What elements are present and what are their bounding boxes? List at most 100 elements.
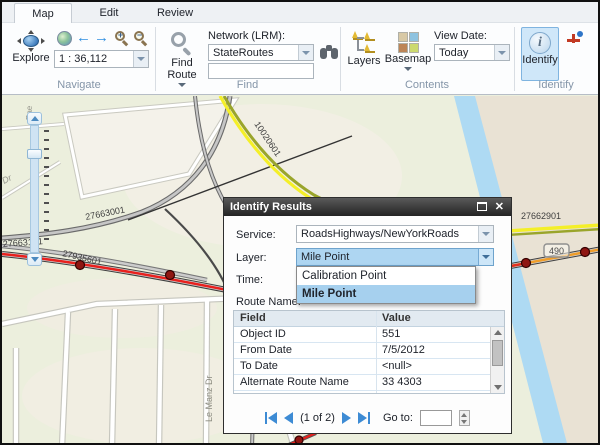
first-page-button[interactable] [265, 412, 277, 424]
layer-option-mile-point[interactable]: Mile Point [297, 285, 475, 303]
service-label: Service: [236, 229, 276, 241]
table-row[interactable]: From Date 7/5/2012 [234, 343, 490, 359]
pagination-bar: (1 of 2) Go to: [224, 407, 511, 429]
next-page-button[interactable] [342, 412, 351, 424]
explore-button[interactable]: Explore [10, 28, 52, 80]
dialog-title: Identify Results [230, 201, 312, 213]
find-route-label: Find Route [159, 57, 205, 81]
layer-combobox[interactable]: Mile Point [296, 248, 494, 266]
field-cell: From Date [240, 344, 292, 356]
table-header-row: Field Value [234, 311, 504, 327]
identify-button[interactable]: i Identify [521, 27, 559, 81]
find-group-label: Find [155, 79, 340, 91]
mile-point-marker[interactable] [522, 259, 531, 268]
table-scrollbar[interactable] [490, 327, 504, 393]
scroll-down-arrow[interactable] [494, 385, 502, 390]
layer-dropdown-list: Calibration Point Mile Point [296, 266, 476, 304]
value-cell: 551 [382, 328, 400, 340]
scale-dropdown-arrow[interactable] [133, 51, 148, 67]
tab-strip: Map Edit Review [2, 2, 598, 23]
app-window: Map Edit Review Explore ← → + − 1 : 36,1… [0, 0, 600, 445]
ribbon: Map Edit Review Explore ← → + − 1 : 36,1… [2, 2, 598, 95]
network-lrm-label: Network (LRM): [208, 30, 285, 42]
layers-icon [352, 31, 376, 55]
goto-page-input[interactable] [420, 410, 452, 426]
close-icon[interactable]: ✕ [495, 202, 504, 212]
attributes-table: Field Value Object ID 551 From Date 7/5/… [233, 310, 505, 394]
tab-edit[interactable]: Edit [80, 3, 138, 23]
explore-label: Explore [12, 52, 49, 64]
last-page-button[interactable] [358, 412, 370, 424]
scroll-thumb[interactable] [492, 340, 503, 366]
field-cell: Object ID [240, 328, 286, 340]
maximize-icon[interactable] [477, 202, 487, 211]
service-dropdown-arrow[interactable] [478, 226, 493, 242]
view-date-label: View Date: [434, 30, 487, 42]
layers-label: Layers [347, 55, 380, 67]
layer-label: Layer: [236, 252, 267, 264]
value-cell: 33 4303 [382, 376, 422, 388]
route-shield-490: 490 [544, 244, 569, 257]
view-date-combobox[interactable]: Today [434, 44, 510, 61]
goto-spinner[interactable] [459, 410, 470, 426]
field-cell: Alternate Route Name [240, 376, 349, 388]
zoom-slider-up-button[interactable] [27, 112, 42, 125]
column-divider [376, 311, 377, 393]
identify-route-tool-icon[interactable] [566, 31, 583, 47]
basemap-icon [398, 32, 419, 53]
contents-group-label: Contents [340, 79, 514, 91]
field-cell: To Date [240, 360, 278, 372]
network-value: StateRoutes [209, 45, 298, 60]
basemap-dropdown-arrow[interactable] [404, 67, 412, 71]
scale-value: 1 : 36,112 [55, 51, 133, 67]
map-zoom-slider[interactable] [26, 112, 50, 266]
full-extent-globe-icon[interactable] [57, 31, 72, 46]
layers-button[interactable]: Layers [345, 28, 383, 84]
tab-review[interactable]: Review [146, 3, 204, 23]
zoom-slider-thumb[interactable] [27, 149, 42, 159]
view-date-value: Today [435, 45, 494, 60]
value-cell: 7/5/2012 [382, 344, 425, 356]
zoom-slider-ticks [44, 130, 49, 247]
table-row[interactable]: Alternate Route Name 33 4303 [234, 375, 490, 391]
table-row[interactable]: Object ID 551 [234, 327, 490, 343]
zoom-out-icon[interactable]: − [133, 30, 149, 46]
route-search-input[interactable] [208, 63, 314, 79]
time-label: Time: [236, 274, 263, 286]
tab-map[interactable]: Map [14, 3, 72, 23]
identify-group-label: Identify [514, 79, 598, 91]
navigate-group-label: Navigate [4, 79, 154, 91]
dialog-title-bar[interactable]: Identify Results ✕ [224, 198, 511, 216]
value-cell: <null> [382, 360, 412, 372]
previous-page-button[interactable] [284, 412, 293, 424]
layer-dropdown-arrow[interactable] [478, 249, 493, 265]
terrain-patch [27, 278, 217, 338]
layer-option-calibration-point[interactable]: Calibration Point [297, 267, 475, 285]
zoom-slider-down-button[interactable] [27, 253, 42, 266]
basemap-label: Basemap [385, 53, 431, 65]
network-dropdown-arrow[interactable] [298, 45, 313, 60]
service-value: RoadsHighways/NewYorkRoads [297, 226, 478, 242]
identify-label: Identify [522, 54, 557, 66]
scroll-up-arrow[interactable] [494, 330, 502, 335]
forward-arrow-icon[interactable]: → [94, 30, 109, 45]
field-header: Field [240, 312, 266, 324]
goto-label: Go to: [383, 412, 413, 424]
zoom-slider-track[interactable] [30, 125, 39, 253]
network-combobox[interactable]: StateRoutes [208, 44, 314, 61]
mile-point-marker[interactable] [581, 248, 590, 257]
layer-value: Mile Point [297, 249, 478, 265]
route-name-label: Route Name: [236, 296, 301, 308]
binoculars-icon[interactable] [320, 45, 338, 59]
pan-icon [17, 30, 45, 52]
table-row[interactable]: To Date <null> [234, 359, 490, 375]
street-label: Le Manz Dr [204, 375, 214, 422]
back-arrow-icon[interactable]: ← [76, 30, 91, 45]
info-icon: i [529, 32, 551, 54]
scale-combobox[interactable]: 1 : 36,112 [54, 50, 149, 68]
zoom-in-icon[interactable]: + [114, 30, 130, 46]
page-indicator: (1 of 2) [300, 412, 335, 424]
mile-point-marker[interactable] [166, 271, 175, 280]
view-date-dropdown-arrow[interactable] [494, 45, 509, 60]
service-combobox[interactable]: RoadsHighways/NewYorkRoads [296, 225, 494, 243]
